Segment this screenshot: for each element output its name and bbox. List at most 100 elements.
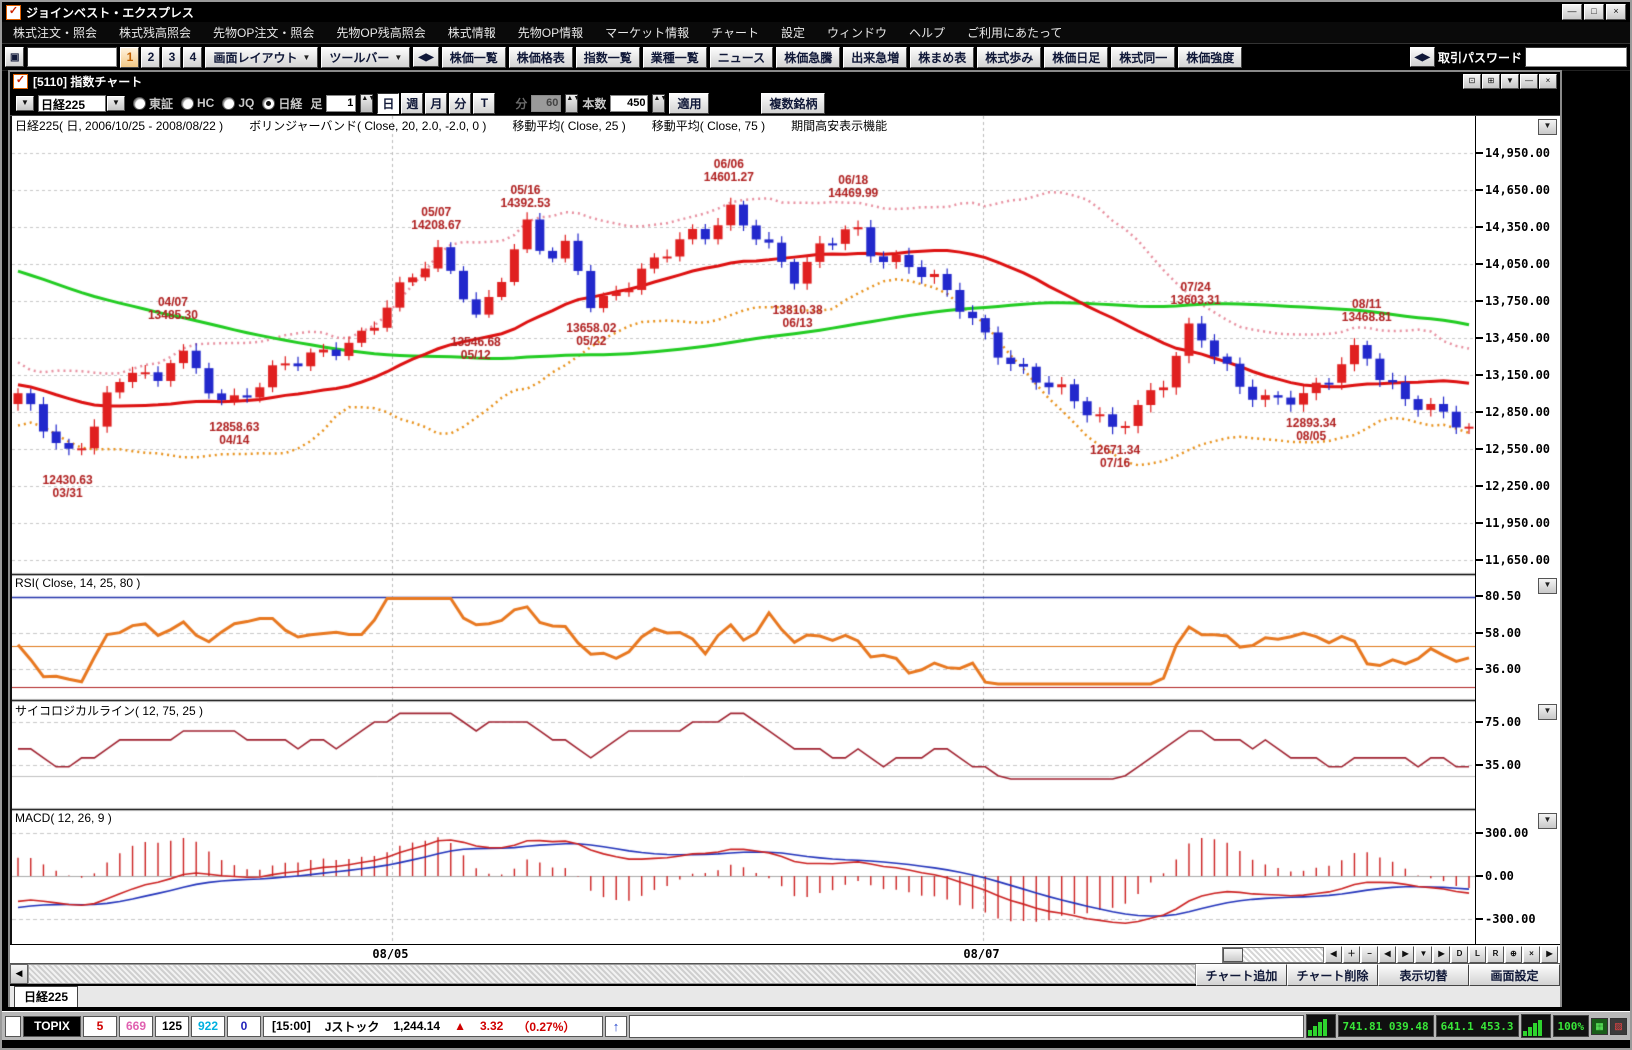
collapse-icon[interactable]: ▼ — [1501, 74, 1519, 89]
radio-label: HC — [197, 96, 214, 110]
period-button-月[interactable]: 月 — [425, 93, 447, 114]
scroll-up-icon[interactable]: ↑ — [605, 1016, 627, 1037]
menu-item[interactable]: 先物OP注文・照会 — [202, 24, 325, 41]
period-button-分[interactable]: 分 — [449, 93, 471, 114]
nav-button[interactable]: ◀ — [1379, 946, 1396, 963]
menu-item[interactable]: マーケット情報 — [594, 24, 700, 41]
tab-nikkei225[interactable]: 日経225 — [14, 986, 78, 1007]
toolbar-collapse-icon[interactable]: ◀▶ — [413, 47, 438, 67]
copy-icon[interactable]: ⊞ — [1482, 74, 1500, 89]
chart-action-button[interactable]: 表示切替 — [1378, 964, 1469, 986]
chevron-down-icon[interactable]: ▼ — [16, 96, 34, 111]
nav-button[interactable]: ▶ — [1397, 946, 1414, 963]
scroll-left-icon[interactable]: ◀ — [10, 964, 28, 984]
horizontal-scrollbar[interactable] — [28, 964, 1196, 984]
market-radio-東証[interactable]: 東証 — [133, 95, 173, 112]
symbol-select[interactable]: 日経225 ▼ — [38, 95, 125, 112]
period-button-日[interactable]: 日 — [377, 93, 399, 114]
panel-dropdown-icon[interactable]: ▼ — [1538, 578, 1557, 594]
shortcut-button[interactable]: 株価強度 — [1178, 47, 1242, 68]
load-percent: 100% — [1553, 1015, 1590, 1037]
nav-button[interactable]: ▶ — [1433, 946, 1450, 963]
shortcut-button[interactable]: 株式歩み — [977, 47, 1041, 68]
multi-symbol-button[interactable]: 複数銘柄 — [761, 93, 825, 114]
menu-item[interactable]: ウィンドウ — [816, 24, 898, 41]
menu-item[interactable]: 株式残高照会 — [108, 24, 202, 41]
price-chart-canvas[interactable] — [12, 116, 1475, 944]
shortcut-button[interactable]: 出来急増 — [843, 47, 907, 68]
toolbar-menu-button[interactable]: ツールバー▼ — [321, 47, 410, 68]
nav-button[interactable]: − — [1361, 946, 1378, 963]
nav-button[interactable]: R — [1487, 946, 1504, 963]
shortcut-button[interactable]: ニュース — [710, 47, 773, 68]
shortcut-button[interactable]: 株価一覧 — [442, 47, 506, 68]
period-button-T[interactable]: T — [473, 93, 495, 114]
menu-item[interactable]: ご利用にあたって — [956, 24, 1073, 41]
menu-item[interactable]: チャート — [700, 24, 770, 41]
period-button-週[interactable]: 週 — [401, 93, 423, 114]
layout-preset-button[interactable]: 1 — [120, 47, 139, 68]
nav-button[interactable]: L — [1469, 946, 1486, 963]
panel-dropdown-icon[interactable]: ▼ — [1538, 704, 1557, 720]
arrows-icon[interactable]: ◀▶ — [1410, 47, 1435, 67]
close-icon[interactable]: × — [1606, 4, 1626, 20]
axis-tickmark — [1476, 152, 1483, 154]
screen-layout-button[interactable]: 画面レイアウト▼ — [205, 47, 318, 68]
minimize-icon[interactable]: — — [1562, 4, 1582, 20]
windows-icon[interactable]: ▣ — [5, 47, 24, 67]
menu-item[interactable]: 先物OP情報 — [507, 24, 594, 41]
panel-dropdown-icon[interactable]: ▼ — [1538, 119, 1557, 135]
layout-preset-button[interactable]: 3 — [162, 47, 181, 68]
trade-password-input[interactable] — [1525, 47, 1627, 67]
quick-entry-input[interactable] — [27, 47, 117, 67]
chart-mini-scrollbar[interactable] — [1222, 947, 1324, 963]
menu-item[interactable]: 株式情報 — [437, 24, 507, 41]
shortcut-button[interactable]: 業種一覧 — [643, 47, 707, 68]
apply-button[interactable]: 適用 — [669, 93, 709, 114]
connection-status-icon: ▨ — [1610, 1018, 1627, 1035]
radio-icon — [133, 97, 146, 110]
chart-action-button[interactable]: チャート追加 — [1196, 964, 1287, 986]
ticker-checkbox[interactable] — [5, 1016, 21, 1037]
bar-count-input[interactable] — [610, 95, 648, 112]
spinner-icon[interactable]: ▲▼ — [652, 94, 665, 113]
nav-button[interactable]: ◀ — [1325, 946, 1342, 963]
spinner-icon[interactable]: ▲▼ — [360, 94, 373, 113]
shortcut-button[interactable]: 株価格表 — [509, 47, 573, 68]
nav-button[interactable]: ＋ — [1343, 946, 1360, 963]
scrollbar-thumb[interactable] — [1223, 948, 1243, 962]
market-radio-HC[interactable]: HC — [181, 95, 214, 112]
maximize-icon[interactable]: □ — [1584, 4, 1604, 20]
nav-button[interactable]: ▼ — [1415, 946, 1432, 963]
menu-item[interactable]: 株式注文・照会 — [2, 24, 108, 41]
shortcut-button[interactable]: 株価急騰 — [776, 47, 840, 68]
market-radio-JQ[interactable]: JQ — [222, 95, 254, 112]
chart-action-button[interactable]: チャート削除 — [1287, 964, 1378, 986]
nav-button[interactable]: ⊕ — [1505, 946, 1522, 963]
minimize-icon[interactable]: — — [1520, 74, 1538, 89]
shortcut-button[interactable]: 株まめ表 — [910, 47, 974, 68]
layout-preset-button[interactable]: 4 — [183, 47, 202, 68]
layout-preset-button[interactable]: 2 — [141, 47, 160, 68]
axis-tick-label: 58.00 — [1485, 626, 1521, 640]
chart-action-button[interactable]: 画面設定 — [1469, 964, 1560, 986]
axis-tick-label: 12,550.00 — [1485, 442, 1550, 456]
shortcut-button[interactable]: 指数一覧 — [576, 47, 640, 68]
nav-button[interactable]: D — [1451, 946, 1468, 963]
nav-button[interactable]: ▶ — [1541, 946, 1558, 963]
market-radio-日経[interactable]: 日経 — [262, 95, 302, 112]
menu-item[interactable]: 設定 — [770, 24, 816, 41]
chevron-down-icon[interactable]: ▼ — [107, 96, 125, 111]
chart-window-titlebar[interactable]: ✓ [5110] 指数チャート ⊡⊞▼—× — [10, 72, 1560, 91]
chart-window-controls: ⊡⊞▼—× — [1462, 74, 1557, 89]
shortcut-button[interactable]: 株式同一 — [1111, 47, 1175, 68]
print-icon[interactable]: ⊡ — [1463, 74, 1481, 89]
bar-interval-input[interactable] — [326, 95, 356, 112]
menu-item[interactable]: 先物OP残高照会 — [325, 24, 436, 41]
panel-dropdown-icon[interactable]: ▼ — [1538, 813, 1557, 829]
close-icon[interactable]: × — [1539, 74, 1557, 89]
nav-button[interactable]: × — [1523, 946, 1540, 963]
psych-panel-label: サイコロジカルライン( 12, 75, 25 ) — [15, 702, 207, 719]
shortcut-button[interactable]: 株価日足 — [1044, 47, 1108, 68]
menu-item[interactable]: ヘルプ — [898, 24, 956, 41]
